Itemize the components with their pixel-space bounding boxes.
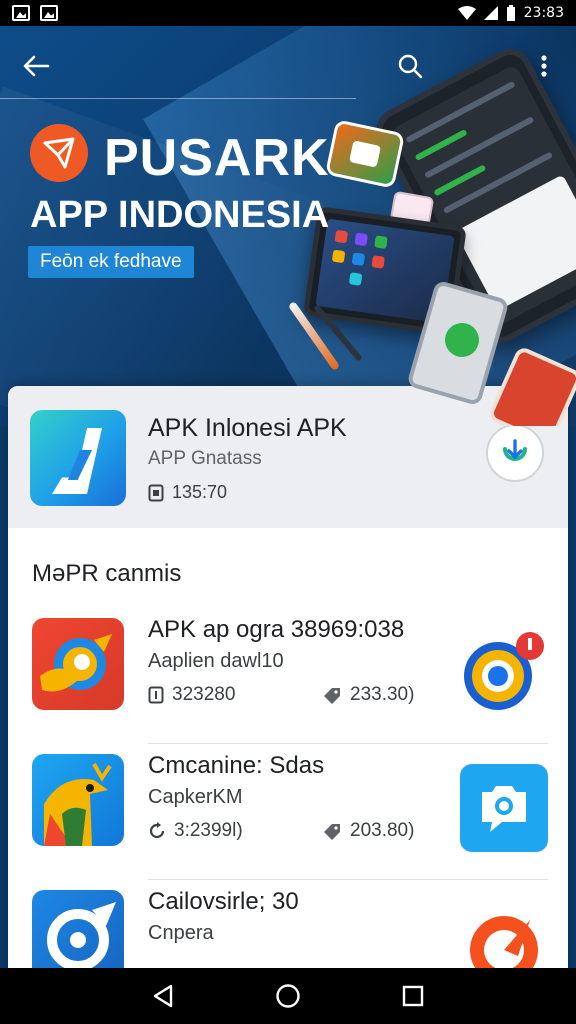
app-subtitle: CapkerKM xyxy=(148,786,243,808)
more-options-button[interactable] xyxy=(528,46,560,86)
app-icon xyxy=(32,754,124,846)
section-title: MəPR canmis xyxy=(32,560,182,587)
featured-size-value: 135:70 xyxy=(172,482,228,502)
nav-home-button[interactable] xyxy=(268,976,308,1016)
camera-app-install-button[interactable] xyxy=(460,764,548,852)
wifi-icon xyxy=(457,6,476,20)
signal-icon xyxy=(483,6,498,20)
system-navigation-bar xyxy=(0,968,576,1024)
search-icon xyxy=(398,54,423,79)
app-icon xyxy=(32,618,124,710)
search-button[interactable] xyxy=(390,46,430,86)
tag-icon xyxy=(324,824,340,840)
orange-badge-icon xyxy=(470,916,538,976)
app-name: APK ap ogra 38969:038 xyxy=(148,616,405,643)
featured-app-size: 135:70 xyxy=(148,482,227,503)
square-recents-icon xyxy=(403,985,424,1007)
app-list-item[interactable]: APK ap ogra 38969:038 Aaplien dawl10 323… xyxy=(8,608,568,744)
app-list-sheet: APK Inlonesi APK APP Gnatass 135:70 MəPR… xyxy=(8,386,568,976)
file-icon xyxy=(148,484,164,501)
red-phone-illustration xyxy=(486,345,576,426)
download-icon xyxy=(503,439,527,461)
app-name: Cailovsirle; 30 xyxy=(148,888,299,915)
status-bar: 23:83 xyxy=(0,0,576,26)
back-button[interactable] xyxy=(16,46,56,86)
pusark-logo-icon xyxy=(30,124,88,182)
app-size: 323280 xyxy=(148,684,235,706)
featured-app-card[interactable]: APK Inlonesi APK APP Gnatass 135:70 xyxy=(8,386,568,528)
file-icon xyxy=(148,686,164,704)
more-vertical-icon xyxy=(541,55,547,77)
refresh-icon xyxy=(149,822,165,839)
image-notification-icon xyxy=(40,5,58,21)
featured-app-name: APK Inlonesi APK xyxy=(148,414,347,442)
featured-app-publisher: APP Gnatass xyxy=(148,448,262,469)
gallery-notification-icon xyxy=(12,5,30,21)
triangle-back-icon xyxy=(153,984,172,1008)
featured-install-button[interactable] xyxy=(486,424,544,482)
featured-app-icon xyxy=(30,410,126,506)
app-name: Cmcanine: Sdas xyxy=(148,752,325,779)
app-size: 3:2399l) xyxy=(148,820,243,842)
app-icon xyxy=(32,890,124,976)
app-subtitle: Aaplien dawl10 xyxy=(148,650,284,672)
app-rating: 203.80) xyxy=(322,820,414,842)
hero-divider xyxy=(0,98,356,99)
app-install-button[interactable] xyxy=(460,900,548,976)
app-list-item[interactable]: Cmcanine: Sdas CapkerKM 3:2399l) 203.80) xyxy=(8,744,568,880)
hero-banner: PUSARK APP INDONESIA Feōn ek fedhave xyxy=(0,26,576,426)
tag-icon xyxy=(324,688,340,704)
status-time: 23:83 xyxy=(523,5,564,21)
app-list-item[interactable]: Cailovsirle; 30 Cnpera xyxy=(8,880,568,976)
chrome-app-install-button[interactable] xyxy=(460,628,548,716)
nav-back-button[interactable] xyxy=(143,976,183,1016)
app-subtitle: Cnpera xyxy=(148,922,214,944)
battery-icon xyxy=(506,5,515,21)
app-rating: 233.30) xyxy=(322,684,414,706)
hero-subtitle: APP INDONESIA xyxy=(30,194,330,236)
chrome-badge-icon xyxy=(464,632,544,710)
circle-home-icon xyxy=(276,984,300,1008)
hero-title: PUSARK xyxy=(104,129,330,187)
nav-recents-button[interactable] xyxy=(393,976,433,1016)
hero-badge[interactable]: Feōn ek fedhave xyxy=(28,246,194,278)
arrow-left-icon xyxy=(23,55,50,77)
camera-chat-icon xyxy=(482,786,526,832)
